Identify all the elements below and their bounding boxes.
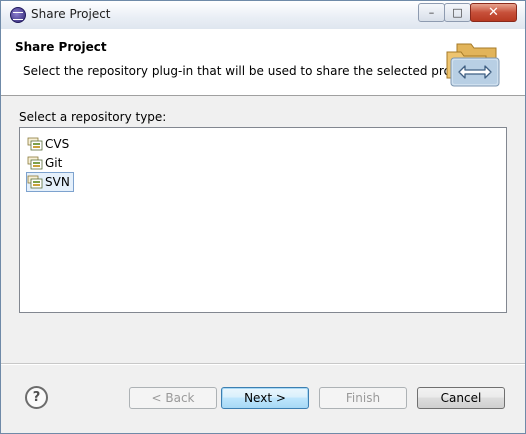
repository-label: CVS (45, 137, 70, 151)
next-button[interactable]: Next > (221, 387, 309, 409)
window-title: Share Project (31, 7, 111, 21)
wizard-page-description: Select the repository plug-in that will … (23, 64, 477, 78)
eclipse-app-icon (10, 7, 26, 23)
wizard-page-title: Share Project (15, 40, 107, 54)
close-button[interactable]: ✕ (470, 3, 517, 22)
repository-icon (27, 156, 43, 170)
repository-type-label: Select a repository type: (19, 110, 167, 124)
footer-divider (1, 363, 525, 365)
wizard-content: Select a repository type: CVS Git SVN (1, 96, 525, 366)
help-icon[interactable]: ? (25, 386, 48, 409)
back-button[interactable]: < Back (129, 387, 217, 409)
repository-type-list[interactable]: CVS Git SVN (19, 127, 507, 313)
cancel-button[interactable]: Cancel (417, 387, 505, 409)
title-bar[interactable]: Share Project – □ ✕ (1, 1, 525, 29)
maximize-button[interactable]: □ (444, 3, 471, 22)
wizard-header: Share Project Select the repository plug… (1, 29, 525, 96)
repository-icon (27, 175, 43, 189)
share-folders-icon (446, 43, 500, 87)
list-item-svn[interactable]: SVN (26, 172, 74, 192)
repository-label: Git (45, 156, 63, 170)
repository-icon (27, 137, 43, 151)
repository-label: SVN (45, 175, 70, 189)
minimize-button[interactable]: – (418, 3, 445, 22)
share-project-dialog: Share Project – □ ✕ Share Project Select… (0, 0, 526, 434)
list-item-cvs[interactable]: CVS (26, 134, 73, 154)
finish-button[interactable]: Finish (319, 387, 407, 409)
list-item-git[interactable]: Git (26, 153, 66, 173)
